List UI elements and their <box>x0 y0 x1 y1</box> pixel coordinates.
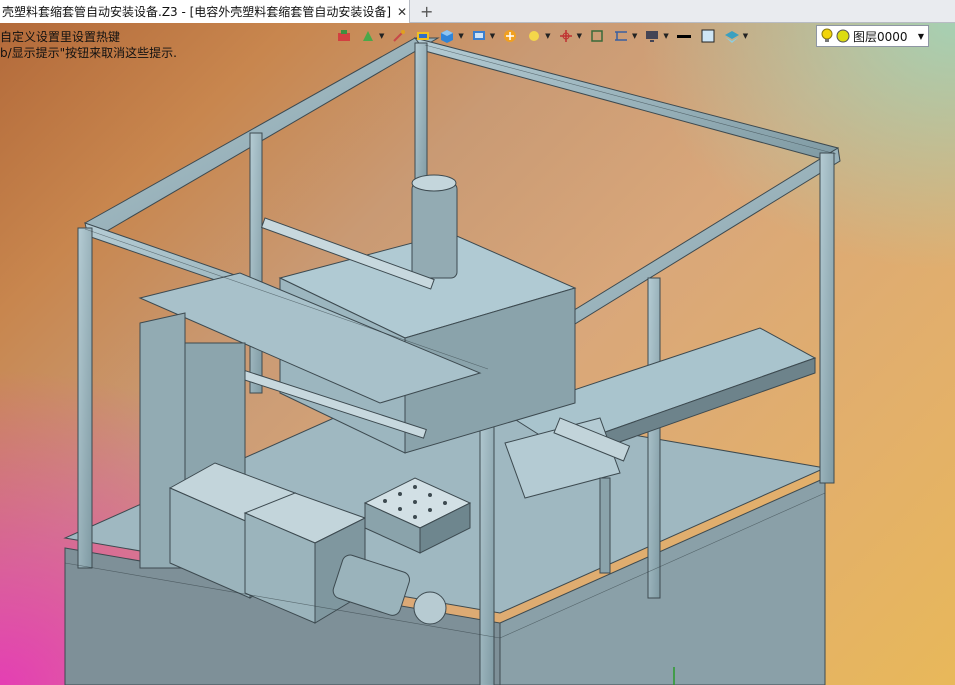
document-tab-bar: 壳塑料套缩套管自动安装设备.Z3 - [电容外壳塑料套缩套管自动安装设备] ✕ … <box>0 0 955 23</box>
layer-color-dot-icon <box>836 29 850 43</box>
snap-icon[interactable] <box>359 27 377 45</box>
section-icon[interactable] <box>501 27 519 45</box>
chevron-down-icon[interactable]: ▼ <box>743 32 748 40</box>
dimension-icon[interactable] <box>612 27 630 45</box>
pick-icon[interactable] <box>390 27 408 45</box>
chevron-down-icon[interactable]: ▼ <box>577 32 582 40</box>
selection-filter-icon[interactable] <box>335 27 353 45</box>
chevron-down-icon[interactable]: ▼ <box>458 32 463 40</box>
display-icon[interactable] <box>470 27 488 45</box>
monitor-icon[interactable] <box>643 27 661 45</box>
hint-line-2: b/显示提示"按钮来取消这些提示. <box>0 46 177 60</box>
view-cube-icon[interactable] <box>438 27 456 45</box>
chevron-down-icon[interactable]: ▼ <box>918 32 924 41</box>
new-tab-icon[interactable]: + <box>420 2 433 21</box>
chevron-down-icon[interactable]: ▼ <box>663 32 668 40</box>
chevron-down-icon[interactable]: ▼ <box>379 32 384 40</box>
chevron-down-icon[interactable]: ▼ <box>632 32 637 40</box>
chevron-down-icon[interactable]: ▼ <box>490 32 495 40</box>
axis-icon[interactable] <box>557 27 575 45</box>
document-tab[interactable]: 壳塑料套缩套管自动安装设备.Z3 - [电容外壳塑料套缩套管自动安装设备] ✕ <box>0 0 410 23</box>
document-tab-title: 壳塑料套缩套管自动安装设备.Z3 - [电容外壳塑料套缩套管自动安装设备] <box>2 5 391 19</box>
close-icon[interactable]: ✕ <box>397 5 407 19</box>
cad-machine-model <box>63 37 841 685</box>
chevron-down-icon[interactable]: ▼ <box>545 32 550 40</box>
layer-dropdown[interactable]: 图层0000 ▼ <box>816 25 929 47</box>
light-icon[interactable] <box>525 27 543 45</box>
hint-line-1: 自定义设置里设置热键 <box>0 30 121 44</box>
fill-color-icon[interactable] <box>699 27 717 45</box>
view-toolbar: ▼ ▼ ▼ ▼ ▼ ▼ ▼ ▼ <box>335 25 748 47</box>
line-color-icon[interactable] <box>675 27 693 45</box>
layer-stack-icon[interactable] <box>723 27 741 45</box>
bulb-icon[interactable] <box>821 28 833 44</box>
frame-icon[interactable] <box>588 27 606 45</box>
render-mode-icon[interactable] <box>414 27 432 45</box>
3d-viewport[interactable] <box>0 23 955 685</box>
axis-triad-icon <box>673 667 675 685</box>
layer-label: 图层0000 <box>853 29 908 44</box>
